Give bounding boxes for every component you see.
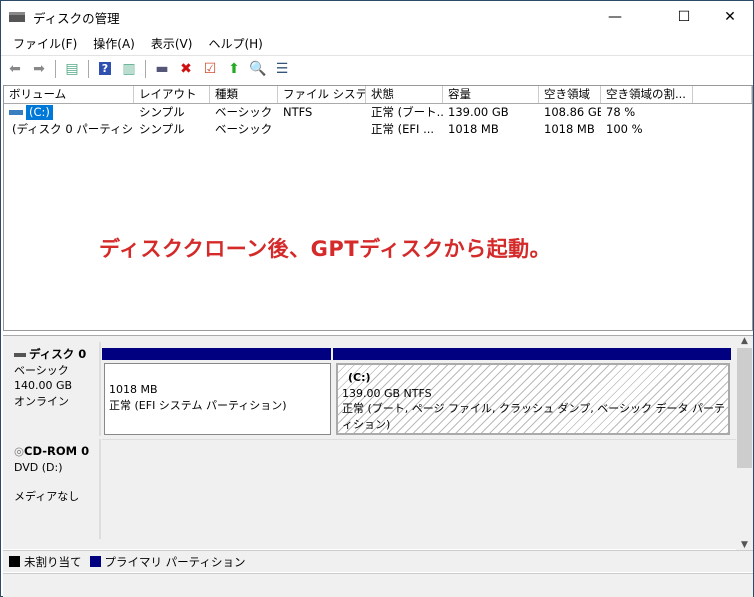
annotation-text: ディスククローン後、GPTディスクから起動。: [99, 237, 552, 261]
legend-unallocated: 未割り当て: [24, 554, 82, 569]
cell-free-space: 108.86 GB: [544, 105, 601, 119]
cdrom-icon: ◎: [14, 444, 25, 458]
cell-layout: シンプル: [139, 105, 185, 119]
disk-0-label[interactable]: ディスク 0 ベーシック 140.00 GB オンライン: [5, 342, 101, 436]
menu-bar: ファイル(F) 操作(A) 表示(V) ヘルプ(H): [1, 33, 271, 54]
cell-filesystem: NTFS: [283, 105, 313, 119]
cdrom-area: [102, 439, 736, 539]
unallocated-swatch: [9, 556, 20, 567]
action-pane-icon[interactable]: ▥: [119, 59, 139, 79]
forward-icon[interactable]: ➡: [29, 59, 49, 79]
primary-partition-swatch: [89, 556, 101, 567]
close-button[interactable]: ✕: [707, 1, 753, 33]
partition-size: 1018 MB: [109, 383, 158, 396]
scroll-down-icon[interactable]: ▼: [736, 540, 753, 550]
menu-help[interactable]: ヘルプ(H): [200, 35, 270, 52]
column-header[interactable]: 容量: [443, 86, 539, 103]
disk-name: CD-ROM 0: [24, 444, 90, 458]
cell-type: ベーシック: [215, 105, 273, 119]
column-header[interactable]: ファイル システム: [278, 86, 366, 103]
status-bar: [3, 573, 753, 597]
disk-graphical-view: ディスク 0 ベーシック 140.00 GB オンライン 1018 MB 正常 …: [3, 335, 753, 550]
vertical-scrollbar[interactable]: ▲ ▼: [736, 336, 753, 550]
help-icon[interactable]: ?: [95, 59, 115, 79]
cell-capacity: 139.00 GB: [448, 105, 509, 119]
column-header[interactable]: 種類: [210, 86, 278, 103]
open-folder-icon[interactable]: ⬆: [224, 59, 244, 79]
partition-label: (C:): [348, 371, 371, 384]
partition-bar: [102, 348, 331, 360]
cell-type: ベーシック: [215, 122, 273, 136]
column-header[interactable]: 状態: [366, 86, 443, 103]
maximize-button[interactable]: ☐: [661, 1, 707, 33]
console-tree-icon[interactable]: ▤: [62, 59, 82, 79]
disk-management-icon: [9, 12, 25, 22]
scroll-up-icon[interactable]: ▲: [736, 336, 753, 346]
separator: [145, 59, 146, 78]
column-header[interactable]: レイアウト: [134, 86, 210, 103]
cell-status: 正常 (EFI ...: [371, 122, 435, 136]
disk-status: メディアなし: [14, 490, 80, 503]
cell-free-percent: 100 %: [606, 122, 643, 136]
back-icon[interactable]: ⬅: [5, 59, 25, 79]
partition-status: 正常 (ブート, ページ ファイル, クラッシュ ダンプ, ベーシック データ …: [342, 402, 725, 431]
scrollbar-thumb[interactable]: [737, 348, 752, 468]
volume-icon: [9, 110, 23, 115]
volume-name: (ディスク 0 パーティシ...: [12, 122, 134, 136]
disk-icon: [14, 352, 26, 357]
disk-type: ベーシック: [14, 363, 69, 377]
minimize-button[interactable]: —: [592, 1, 638, 33]
disk-management-window: ディスクの管理 — ☐ ✕ ファイル(F) 操作(A) 表示(V) ヘルプ(H)…: [0, 0, 754, 597]
disk-status: オンライン: [14, 394, 69, 408]
efi-partition[interactable]: 1018 MB 正常 (EFI システム パーティション): [104, 363, 331, 435]
cell-capacity: 1018 MB: [448, 122, 499, 136]
volume-name: (C:): [26, 105, 53, 120]
title-bar: ディスクの管理: [9, 1, 120, 33]
disk-size: 140.00 GB: [14, 379, 73, 392]
cell-layout: シンプル: [139, 122, 185, 136]
partition-status: 正常 (EFI システム パーティション): [109, 398, 287, 412]
c-partition[interactable]: (C:) 139.00 GB NTFS 正常 (ブート, ページ ファイル, ク…: [336, 363, 730, 435]
cell-filesystem: [278, 121, 366, 138]
cell-free-space: 1018 MB: [544, 122, 595, 136]
menu-file[interactable]: ファイル(F): [5, 35, 85, 52]
properties-icon[interactable]: ☑: [200, 59, 220, 79]
list-header: ボリューム レイアウト 種類 ファイル システム 状態 容量 空き領域 空き領域…: [4, 86, 752, 104]
menu-view[interactable]: 表示(V): [143, 35, 201, 52]
disk-type: DVD (D:): [14, 460, 63, 474]
menu-action[interactable]: 操作(A): [85, 35, 143, 52]
cell-free-percent: 78 %: [606, 105, 636, 119]
toolbar: ⬅ ➡ ▤ ? ▥ ▬ ✖ ☑ ⬆ 🔍 ☰: [1, 55, 753, 81]
column-header[interactable]: ボリューム: [4, 86, 134, 103]
column-header[interactable]: 空き領域: [539, 86, 601, 103]
legend-primary-partition: プライマリ パーティション: [104, 554, 246, 569]
connect-disk-icon[interactable]: ▬: [152, 59, 172, 79]
table-row[interactable]: (C:) シンプル ベーシック NTFS 正常 (ブート... 139.00 G…: [4, 104, 752, 121]
delete-icon[interactable]: ✖: [176, 59, 196, 79]
separator: [55, 59, 56, 78]
column-header-empty: [693, 86, 752, 103]
partition-size: 139.00 GB NTFS: [342, 386, 432, 400]
legend: 未割り当て プライマリ パーティション: [3, 550, 753, 572]
volume-list: ボリューム レイアウト 種類 ファイル システム 状態 容量 空き領域 空き領域…: [3, 85, 753, 331]
list-view-icon[interactable]: ☰: [272, 59, 292, 79]
cell-status: 正常 (ブート...: [371, 105, 443, 119]
cdrom-0-label[interactable]: ◎CD-ROM 0 DVD (D:) メディアなし: [5, 439, 101, 539]
column-header[interactable]: 空き領域の割...: [601, 86, 693, 103]
window-title: ディスクの管理: [33, 10, 120, 26]
separator: [88, 59, 89, 78]
table-row[interactable]: (ディスク 0 パーティシ... シンプル ベーシック 正常 (EFI ... …: [4, 121, 752, 138]
explore-icon[interactable]: 🔍: [248, 59, 268, 79]
disk-name: ディスク 0: [29, 347, 87, 361]
partition-bar: [333, 348, 731, 360]
